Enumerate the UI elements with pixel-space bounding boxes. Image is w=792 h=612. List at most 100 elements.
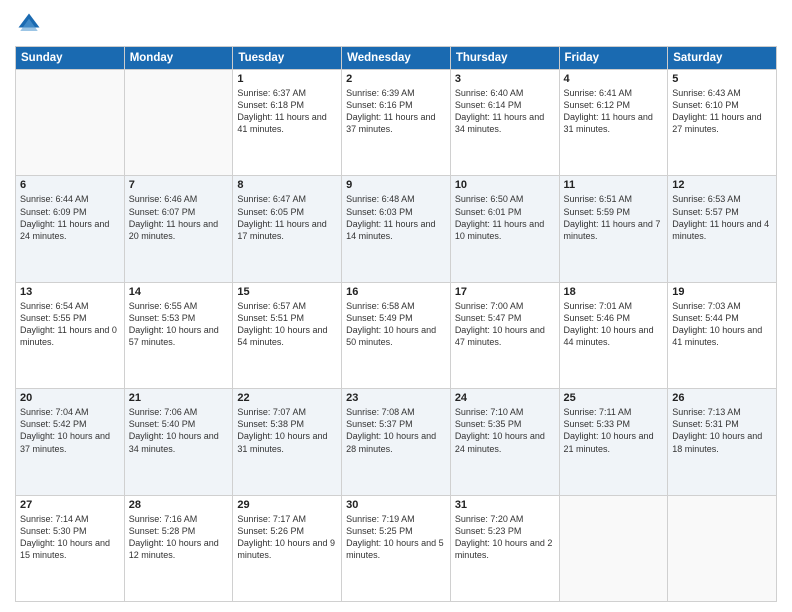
day-number: 16 <box>346 286 446 298</box>
calendar-cell: 18Sunrise: 7:01 AM Sunset: 5:46 PM Dayli… <box>559 282 668 388</box>
calendar-cell: 11Sunrise: 6:51 AM Sunset: 5:59 PM Dayli… <box>559 176 668 282</box>
page: SundayMondayTuesdayWednesdayThursdayFrid… <box>0 0 792 612</box>
day-info: Sunrise: 6:41 AM Sunset: 6:12 PM Dayligh… <box>564 87 664 136</box>
day-number: 19 <box>672 286 772 298</box>
weekday-header-tuesday: Tuesday <box>233 47 342 70</box>
calendar-cell <box>124 70 233 176</box>
day-number: 23 <box>346 392 446 404</box>
calendar-cell: 6 Sunrise: 6:44 AM Sunset: 6:09 PM Daylig… <box>16 176 125 282</box>
day-number: 22 <box>237 392 337 404</box>
calendar-cell: 24 Sunrise: 7:10 AM Sunset: 5:35 PM Dayli… <box>450 389 559 495</box>
day-info: Sunrise: 6:54 AM Sunset: 5:55 PM Dayligh… <box>20 300 120 349</box>
logo <box>15 10 47 38</box>
calendar-cell: 9 Sunrise: 6:48 AM Sunset: 6:03 PM Daylig… <box>342 176 451 282</box>
calendar-cell: 22 Sunrise: 7:07 AM Sunset: 5:38 PM Dayli… <box>233 389 342 495</box>
day-info: Sunrise: 6:37 AM Sunset: 6:18 PM Dayligh… <box>237 87 337 136</box>
calendar-cell: 29 Sunrise: 7:17 AM Sunset: 5:26 PM Dayli… <box>233 495 342 601</box>
day-number: 31 <box>455 499 555 511</box>
day-number: 14 <box>129 286 229 298</box>
day-info: Sunrise: 7:03 AM Sunset: 5:44 PM Dayligh… <box>672 300 772 349</box>
day-number: 28 <box>129 499 229 511</box>
day-number: 6 <box>20 179 120 191</box>
day-number: 29 <box>237 499 337 511</box>
calendar-row-4: 27 Sunrise: 7:14 AM Sunset: 5:30 PM Dayli… <box>16 495 777 601</box>
calendar-cell: 23 Sunrise: 7:08 AM Sunset: 5:37 PM Dayli… <box>342 389 451 495</box>
day-number: 13 <box>20 286 120 298</box>
calendar-cell: 13 Sunrise: 6:54 AM Sunset: 5:55 PM Dayli… <box>16 282 125 388</box>
day-number: 30 <box>346 499 446 511</box>
weekday-header-wednesday: Wednesday <box>342 47 451 70</box>
day-info: Sunrise: 6:50 AM Sunset: 6:01 PM Dayligh… <box>455 193 555 242</box>
day-info: Sunrise: 6:47 AM Sunset: 6:05 PM Dayligh… <box>237 193 337 242</box>
day-info: Sunrise: 7:00 AM Sunset: 5:47 PM Dayligh… <box>455 300 555 349</box>
calendar-row-2: 13 Sunrise: 6:54 AM Sunset: 5:55 PM Dayli… <box>16 282 777 388</box>
day-number: 1 <box>237 73 337 85</box>
weekday-header-monday: Monday <box>124 47 233 70</box>
day-number: 20 <box>20 392 120 404</box>
day-info: Sunrise: 7:16 AM Sunset: 5:28 PM Dayligh… <box>129 513 229 562</box>
day-number: 4 <box>564 73 664 85</box>
day-number: 9 <box>346 179 446 191</box>
calendar-cell: 21 Sunrise: 7:06 AM Sunset: 5:40 PM Dayli… <box>124 389 233 495</box>
calendar-cell: 25Sunrise: 7:11 AM Sunset: 5:33 PM Dayli… <box>559 389 668 495</box>
day-info: Sunrise: 7:10 AM Sunset: 5:35 PM Dayligh… <box>455 406 555 455</box>
day-number: 11 <box>564 179 664 191</box>
day-number: 17 <box>455 286 555 298</box>
weekday-header-sunday: Sunday <box>16 47 125 70</box>
calendar-cell: 8Sunrise: 6:47 AM Sunset: 6:05 PM Daylig… <box>233 176 342 282</box>
day-info: Sunrise: 7:07 AM Sunset: 5:38 PM Dayligh… <box>237 406 337 455</box>
calendar-row-3: 20Sunrise: 7:04 AM Sunset: 5:42 PM Dayli… <box>16 389 777 495</box>
calendar-cell: 3Sunrise: 6:40 AM Sunset: 6:14 PM Daylig… <box>450 70 559 176</box>
day-info: Sunrise: 6:44 AM Sunset: 6:09 PM Dayligh… <box>20 193 120 242</box>
calendar-cell: 10 Sunrise: 6:50 AM Sunset: 6:01 PM Dayli… <box>450 176 559 282</box>
calendar-row-0: 1 Sunrise: 6:37 AM Sunset: 6:18 PM Daylig… <box>16 70 777 176</box>
calendar-table: SundayMondayTuesdayWednesdayThursdayFrid… <box>15 46 777 602</box>
day-number: 15 <box>237 286 337 298</box>
calendar-cell: 7Sunrise: 6:46 AM Sunset: 6:07 PM Daylig… <box>124 176 233 282</box>
calendar-cell: 2Sunrise: 6:39 AM Sunset: 6:16 PM Daylig… <box>342 70 451 176</box>
day-info: Sunrise: 6:53 AM Sunset: 5:57 PM Dayligh… <box>672 193 772 242</box>
calendar-cell: 14 Sunrise: 6:55 AM Sunset: 5:53 PM Dayli… <box>124 282 233 388</box>
day-number: 5 <box>672 73 772 85</box>
day-number: 7 <box>129 179 229 191</box>
calendar-cell: 30 Sunrise: 7:19 AM Sunset: 5:25 PM Dayli… <box>342 495 451 601</box>
day-number: 27 <box>20 499 120 511</box>
header <box>15 10 777 38</box>
calendar-cell: 5 Sunrise: 6:43 AM Sunset: 6:10 PM Daylig… <box>668 70 777 176</box>
day-number: 21 <box>129 392 229 404</box>
weekday-header-saturday: Saturday <box>668 47 777 70</box>
day-info: Sunrise: 6:39 AM Sunset: 6:16 PM Dayligh… <box>346 87 446 136</box>
weekday-header-row: SundayMondayTuesdayWednesdayThursdayFrid… <box>16 47 777 70</box>
logo-icon <box>15 10 43 38</box>
day-info: Sunrise: 6:40 AM Sunset: 6:14 PM Dayligh… <box>455 87 555 136</box>
day-info: Sunrise: 6:43 AM Sunset: 6:10 PM Dayligh… <box>672 87 772 136</box>
calendar-cell: 31 Sunrise: 7:20 AM Sunset: 5:23 PM Dayli… <box>450 495 559 601</box>
calendar-cell <box>668 495 777 601</box>
calendar-cell: 19 Sunrise: 7:03 AM Sunset: 5:44 PM Dayli… <box>668 282 777 388</box>
calendar-cell <box>16 70 125 176</box>
day-number: 24 <box>455 392 555 404</box>
calendar-row-1: 6 Sunrise: 6:44 AM Sunset: 6:09 PM Daylig… <box>16 176 777 282</box>
day-info: Sunrise: 6:48 AM Sunset: 6:03 PM Dayligh… <box>346 193 446 242</box>
day-info: Sunrise: 7:01 AM Sunset: 5:46 PM Dayligh… <box>564 300 664 349</box>
calendar-cell: 15 Sunrise: 6:57 AM Sunset: 5:51 PM Dayli… <box>233 282 342 388</box>
calendar-cell: 27 Sunrise: 7:14 AM Sunset: 5:30 PM Dayli… <box>16 495 125 601</box>
day-number: 12 <box>672 179 772 191</box>
day-info: Sunrise: 7:19 AM Sunset: 5:25 PM Dayligh… <box>346 513 446 562</box>
day-info: Sunrise: 7:14 AM Sunset: 5:30 PM Dayligh… <box>20 513 120 562</box>
calendar-cell: 28 Sunrise: 7:16 AM Sunset: 5:28 PM Dayli… <box>124 495 233 601</box>
day-info: Sunrise: 7:06 AM Sunset: 5:40 PM Dayligh… <box>129 406 229 455</box>
calendar-cell: 12 Sunrise: 6:53 AM Sunset: 5:57 PM Dayli… <box>668 176 777 282</box>
day-number: 25 <box>564 392 664 404</box>
calendar-cell: 1 Sunrise: 6:37 AM Sunset: 6:18 PM Daylig… <box>233 70 342 176</box>
day-info: Sunrise: 7:20 AM Sunset: 5:23 PM Dayligh… <box>455 513 555 562</box>
day-info: Sunrise: 7:13 AM Sunset: 5:31 PM Dayligh… <box>672 406 772 455</box>
day-info: Sunrise: 7:17 AM Sunset: 5:26 PM Dayligh… <box>237 513 337 562</box>
day-info: Sunrise: 6:57 AM Sunset: 5:51 PM Dayligh… <box>237 300 337 349</box>
day-number: 10 <box>455 179 555 191</box>
day-info: Sunrise: 7:08 AM Sunset: 5:37 PM Dayligh… <box>346 406 446 455</box>
calendar-cell: 4 Sunrise: 6:41 AM Sunset: 6:12 PM Daylig… <box>559 70 668 176</box>
calendar-cell: 16 Sunrise: 6:58 AM Sunset: 5:49 PM Dayli… <box>342 282 451 388</box>
day-info: Sunrise: 6:55 AM Sunset: 5:53 PM Dayligh… <box>129 300 229 349</box>
day-info: Sunrise: 6:58 AM Sunset: 5:49 PM Dayligh… <box>346 300 446 349</box>
